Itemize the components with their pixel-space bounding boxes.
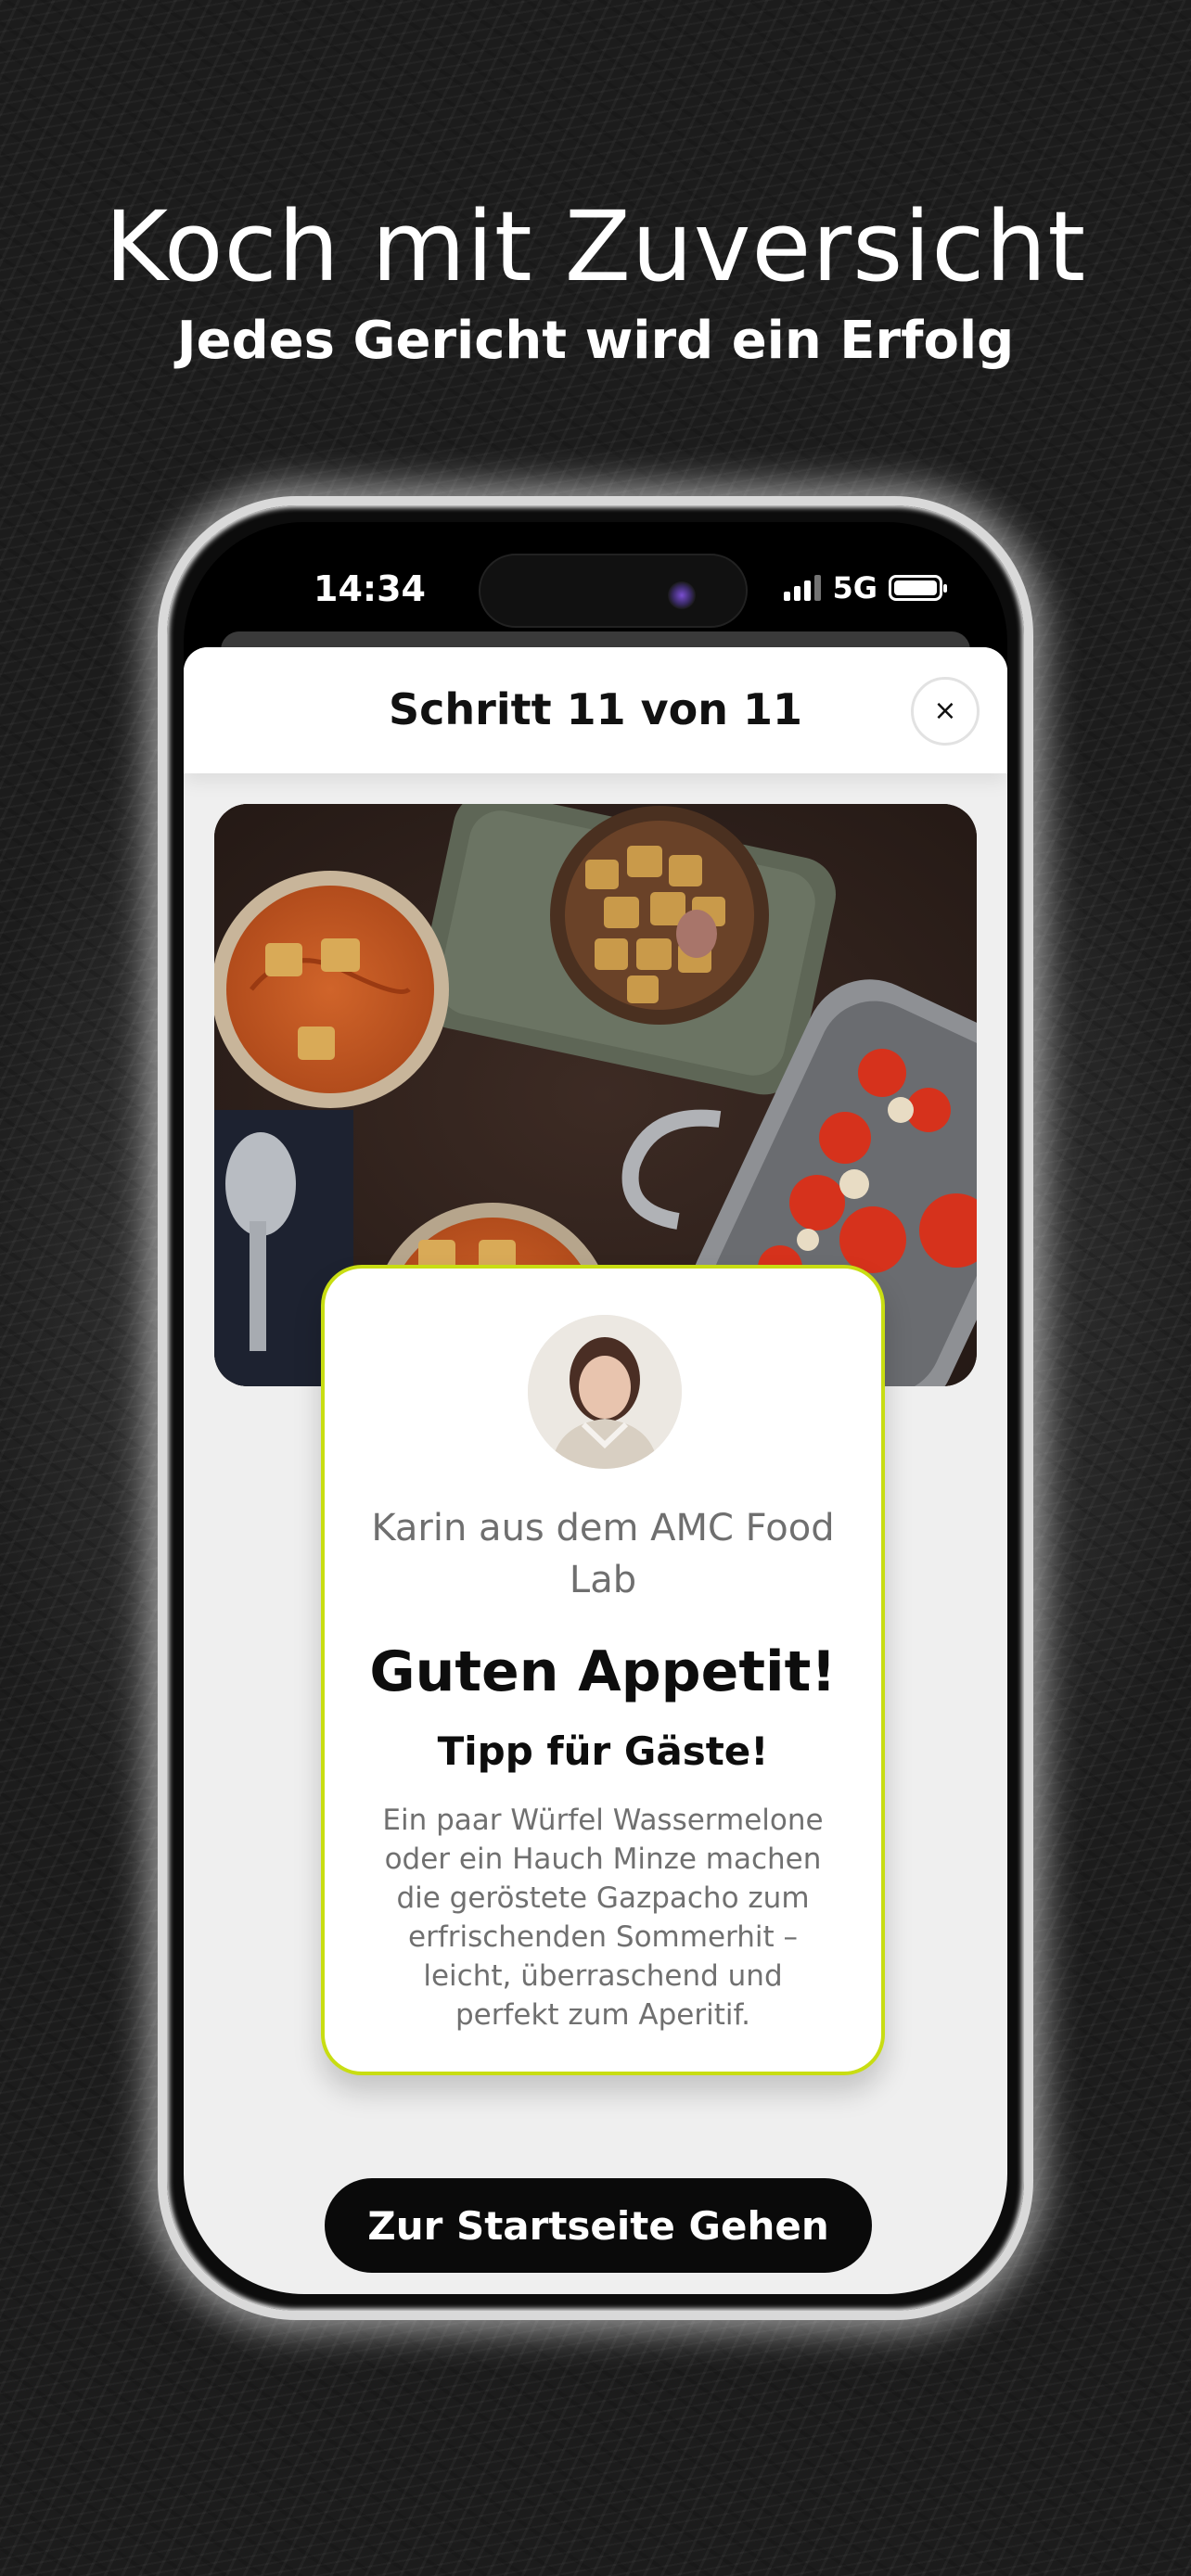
avatar: [528, 1315, 682, 1469]
tip-body: Ein paar Würfel Wassermelone oder ein Ha…: [382, 1804, 824, 2032]
tip-subtitle: Tipp für Gäste!: [437, 1728, 769, 1774]
tip-author: Karin aus dem AMC Food Lab: [371, 1507, 835, 1601]
close-button[interactable]: ×: [911, 677, 980, 746]
go-home-button[interactable]: Zur Startseite Gehen: [325, 2178, 872, 2273]
battery-icon: [889, 575, 947, 601]
tip-title: Guten Appetit!: [369, 1639, 837, 1704]
status-indicators: 5G: [784, 570, 947, 606]
phone-frame: 14:34 5G Schritt 11 von 11 × Karin aus d…: [158, 496, 1033, 2320]
dynamic-island: [479, 554, 748, 628]
close-icon: ×: [933, 695, 957, 727]
camera-icon: [668, 581, 696, 609]
step-sheet: Schritt 11 von 11 × Karin aus dem AMC Fo…: [184, 647, 1007, 2294]
network-label: 5G: [832, 570, 877, 606]
signal-icon: [784, 575, 822, 601]
promo-headline: Koch mit Zuversicht: [104, 190, 1087, 303]
status-time: 14:34: [314, 568, 426, 609]
step-title: Schritt 11 von 11: [389, 684, 802, 734]
phone-screen: 14:34 5G Schritt 11 von 11 × Karin aus d…: [184, 522, 1007, 2294]
promo-subheadline: Jedes Gericht wird ein Erfolg: [176, 311, 1015, 371]
tip-card: Karin aus dem AMC Food Lab Guten Appetit…: [321, 1265, 885, 2075]
sheet-header: Schritt 11 von 11 ×: [184, 647, 1007, 773]
